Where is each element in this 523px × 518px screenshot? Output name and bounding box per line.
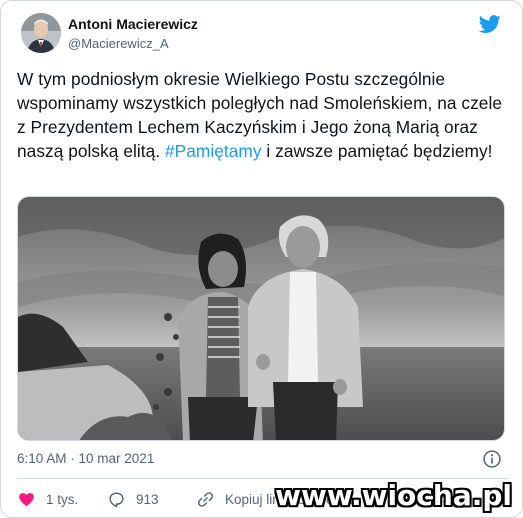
tweet-text: W tym podniosłym okresie Wielkiego Postu… (17, 67, 512, 163)
watermark: www.wiocha.pl (275, 479, 512, 512)
reply-button[interactable]: 913 (107, 487, 159, 511)
author-info[interactable]: Antoni Macierewicz @Macierewicz_A (68, 15, 198, 53)
tweet-header: Antoni Macierewicz @Macierewicz_A (17, 13, 508, 59)
hashtag-link[interactable]: #Pamiętamy (165, 141, 262, 161)
twitter-bird-icon[interactable] (478, 13, 502, 35)
tweet-timestamp[interactable]: 6:10 AM · 10 mar 2021 (17, 451, 154, 466)
author-display-name[interactable]: Antoni Macierewicz (68, 15, 198, 33)
avatar[interactable] (21, 13, 61, 53)
tweet-card: Antoni Macierewicz @Macierewicz_A W tym … (0, 0, 523, 518)
like-count: 1 tys. (46, 491, 79, 507)
author-handle[interactable]: @Macierewicz_A (68, 35, 198, 53)
link-icon (197, 491, 214, 507)
tweet-photo[interactable] (17, 196, 505, 441)
tweet-text-end: i zawsze pamiętać będziemy! (261, 141, 493, 161)
info-icon[interactable] (482, 449, 502, 469)
heart-icon (19, 492, 34, 506)
reply-count: 913 (136, 491, 159, 507)
reply-icon (109, 491, 124, 507)
like-button[interactable]: 1 tys. (17, 487, 78, 511)
